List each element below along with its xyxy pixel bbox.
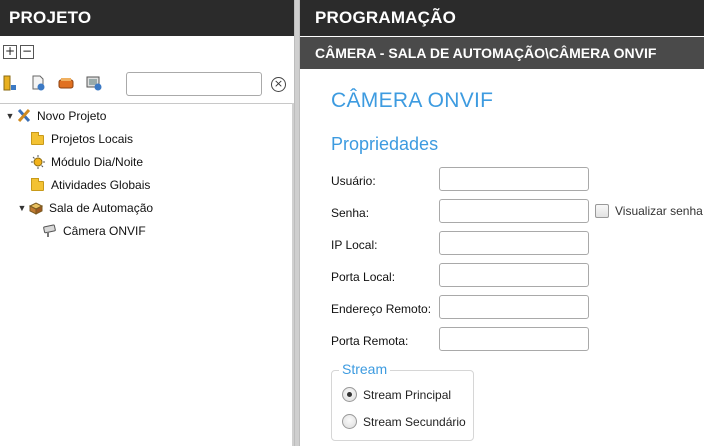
programming-panel: PROGRAMAÇÃO CÂMERA - SALA DE AUTOMAÇÃO\C… xyxy=(300,0,704,446)
add-module-icon[interactable] xyxy=(30,74,46,92)
stream-secundario-radio[interactable] xyxy=(342,414,357,429)
tree-item-projetos-locais[interactable]: Projetos Locais xyxy=(30,129,133,149)
porta-remota-field[interactable] xyxy=(439,327,589,351)
project-tools-icon xyxy=(16,108,32,123)
stream-principal-label[interactable]: Stream Principal xyxy=(363,388,451,402)
app-window: PROJETO + − × ▼ Novo Projeto Projetos Lo… xyxy=(0,0,704,446)
tree-item-label: Projetos Locais xyxy=(51,132,134,146)
add-camera-icon[interactable] xyxy=(86,74,102,92)
add-activity-icon[interactable] xyxy=(58,74,74,92)
show-password-checkbox[interactable] xyxy=(595,204,609,218)
tree-item-modulo-dia-noite[interactable]: Módulo Dia/Noite xyxy=(30,152,143,172)
device-title: CÂMERA ONVIF xyxy=(331,89,494,112)
folder-icon xyxy=(30,132,46,146)
properties-heading: Propriedades xyxy=(331,134,439,154)
expand-arrow-icon[interactable]: ▼ xyxy=(16,203,28,213)
collapse-all-button[interactable]: − xyxy=(20,45,34,59)
project-panel: PROJETO + − × ▼ Novo Projeto Projetos Lo… xyxy=(0,0,294,446)
tree-item-label: Sala de Automação xyxy=(49,201,154,215)
senha-label: Senha: xyxy=(331,206,370,220)
tree-item-label: Módulo Dia/Noite xyxy=(51,155,144,169)
camera-icon xyxy=(42,224,58,238)
stream-legend: Stream xyxy=(339,361,391,377)
project-tree: ▼ Novo Projeto Projetos Locais Módulo Di… xyxy=(0,103,292,446)
porta-local-field[interactable] xyxy=(439,263,589,287)
ip-local-field[interactable] xyxy=(439,231,589,255)
expand-all-button[interactable]: + xyxy=(3,45,17,59)
porta-remota-label: Porta Remota: xyxy=(331,334,409,348)
programming-panel-title: PROGRAMAÇÃO xyxy=(300,0,704,36)
expand-collapse-row: + − xyxy=(3,45,34,59)
stream-principal-radio[interactable] xyxy=(342,387,357,402)
room-box-icon xyxy=(28,201,44,215)
stream-secundario-label[interactable]: Stream Secundário xyxy=(363,415,466,429)
tree-item-sala-de-automacao[interactable]: ▼ Sala de Automação xyxy=(16,198,154,218)
project-toolbar xyxy=(2,74,102,92)
tree-item-atividades-globais[interactable]: Atividades Globais xyxy=(30,175,150,195)
usuario-field[interactable] xyxy=(439,167,589,191)
endereco-remoto-label: Endereço Remoto: xyxy=(331,302,432,316)
tree-item-label: Atividades Globais xyxy=(51,178,151,192)
porta-local-label: Porta Local: xyxy=(331,270,396,284)
tree-item-novo-projeto[interactable]: ▼ Novo Projeto xyxy=(4,106,106,126)
tree-item-label: Novo Projeto xyxy=(37,109,107,123)
project-panel-title: PROJETO xyxy=(0,0,294,36)
endereco-remoto-field[interactable] xyxy=(439,295,589,319)
tree-filter-input[interactable] xyxy=(126,72,262,96)
tree-item-label: Câmera ONVIF xyxy=(63,224,146,238)
folder-icon xyxy=(30,178,46,192)
tree-item-camera-onvif[interactable]: Câmera ONVIF xyxy=(42,221,146,241)
breadcrumb: CÂMERA - SALA DE AUTOMAÇÃO\CÂMERA ONVIF xyxy=(300,37,704,69)
add-device-icon[interactable] xyxy=(2,74,18,92)
ip-local-label: IP Local: xyxy=(331,238,378,252)
usuario-label: Usuário: xyxy=(331,174,376,188)
clear-filter-button[interactable]: × xyxy=(271,77,286,92)
stream-group xyxy=(331,370,474,441)
expand-arrow-icon[interactable]: ▼ xyxy=(4,111,16,121)
sun-moon-icon xyxy=(30,155,46,169)
show-password-label[interactable]: Visualizar senha xyxy=(615,204,703,218)
senha-field[interactable] xyxy=(439,199,589,223)
